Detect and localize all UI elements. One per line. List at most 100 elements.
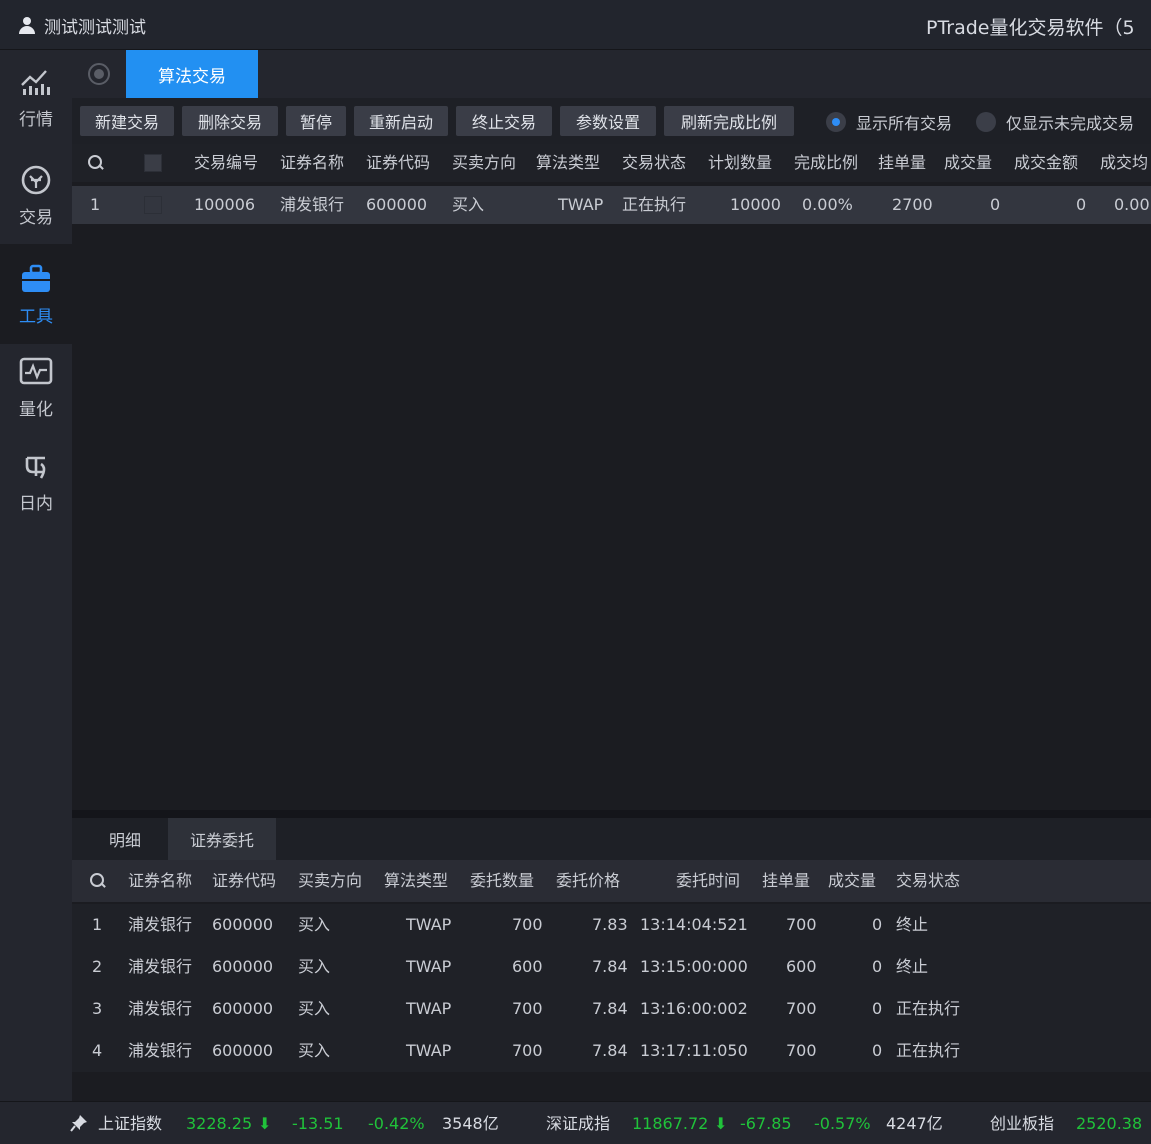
sidebar-item-trade[interactable]: 交易 (0, 150, 72, 240)
security-code-cell: 600000 (212, 915, 274, 934)
filled-cell: 0 (872, 915, 883, 934)
table-row[interactable]: 1 浦发银行 600000 买入 TWAP 700 7.83 13:14:04:… (72, 904, 1151, 946)
sidebar-item-tools[interactable]: 工具 (0, 244, 72, 344)
pending-cell: 2700 (892, 195, 933, 214)
column-header[interactable]: 成交量 (944, 144, 992, 182)
column-header[interactable]: 成交量 (828, 860, 876, 902)
time-cell: 13:16:00:002 (640, 999, 748, 1018)
column-header[interactable]: 委托数量 (470, 860, 534, 902)
table-row[interactable]: 3 浦发银行 600000 买入 TWAP 700 7.84 13:16:00:… (72, 988, 1151, 1030)
column-header[interactable]: 委托价格 (556, 860, 620, 902)
column-header[interactable]: 完成比例 (794, 144, 858, 182)
column-header[interactable]: 计划数量 (708, 144, 772, 182)
tab-strip: 算法交易 (72, 50, 1151, 98)
sidebar-item-market[interactable]: 行情 (0, 52, 72, 142)
show-all-radio[interactable]: 显示所有交易 (826, 110, 952, 134)
column-header[interactable]: 证券名称 (128, 860, 192, 902)
new-trade-button[interactable]: 新建交易 (80, 106, 174, 136)
terminate-trade-button[interactable]: 终止交易 (456, 106, 552, 136)
splitter[interactable] (72, 810, 1151, 818)
filled-cell: 0 (872, 1041, 883, 1060)
row-index: 2 (92, 957, 103, 976)
column-header[interactable]: 买卖方向 (452, 144, 516, 182)
column-header[interactable]: 挂单量 (762, 860, 810, 902)
show-unfinished-radio[interactable]: 仅显示未完成交易 (976, 110, 1134, 134)
column-header[interactable]: 挂单量 (878, 144, 926, 182)
title-bar: 测试测试测试 PTrade量化交易软件（5 (0, 0, 1151, 50)
sidebar-item-intraday[interactable]: 日内 (0, 436, 72, 526)
column-header[interactable]: 交易编号 (194, 144, 258, 182)
app-title: PTrade量化交易软件（5 (926, 17, 1135, 39)
price-cell: 7.83 (592, 915, 628, 934)
security-code-cell: 600000 (212, 957, 274, 976)
home-icon[interactable] (88, 63, 110, 85)
index-name-sh[interactable]: 上证指数 (98, 1102, 162, 1144)
security-code-cell: 600000 (366, 195, 428, 214)
column-header[interactable]: 证券名称 (280, 144, 344, 182)
price-cell: 7.84 (592, 999, 628, 1018)
sidebar-item-quant[interactable]: 量化 (0, 342, 72, 432)
table-row[interactable]: 1 100006 浦发银行 600000 买入 TWAP 正在执行 10000 … (72, 186, 1151, 224)
pause-button[interactable]: 暂停 (286, 106, 346, 136)
tab-detail[interactable]: 明细 (82, 818, 168, 860)
pending-cell: 700 (786, 999, 817, 1018)
avg-price-cell: 0.00 (1114, 195, 1150, 214)
column-header[interactable]: 成交金额 (1014, 144, 1078, 182)
row-checkbox[interactable] (144, 196, 162, 214)
sidebar-item-label: 工具 (19, 306, 53, 327)
column-header[interactable]: 算法类型 (536, 144, 600, 182)
security-name-cell: 浦发银行 (128, 999, 193, 1018)
column-header[interactable]: 成交均 (1100, 144, 1148, 182)
column-header[interactable]: 算法类型 (384, 860, 448, 902)
index-name-cy[interactable]: 创业板指 (990, 1102, 1054, 1144)
status-cell: 正在执行 (896, 999, 961, 1018)
sidebar-item-label: 交易 (19, 207, 53, 228)
search-icon[interactable] (90, 873, 106, 889)
parameter-settings-button[interactable]: 参数设置 (560, 106, 656, 136)
index-change-sz: -67.85 (740, 1114, 792, 1133)
direction-cell: 买入 (452, 195, 485, 214)
search-icon[interactable] (88, 155, 104, 171)
index-pct-sh: -0.42% (368, 1114, 425, 1133)
column-header[interactable]: 交易状态 (622, 144, 686, 182)
column-header[interactable]: 买卖方向 (298, 860, 362, 902)
column-header[interactable]: 交易状态 (896, 860, 960, 902)
time-cell: 13:15:00:000 (640, 957, 748, 976)
radio-checked-icon (826, 112, 846, 132)
direction-cell: 买入 (298, 957, 331, 976)
pin-icon[interactable] (70, 1114, 88, 1132)
status-cell: 正在执行 (622, 195, 687, 214)
sidebar: 行情 交易 工具 量化 日内 (0, 50, 72, 1101)
column-header[interactable]: 证券代码 (366, 144, 430, 182)
security-name-cell: 浦发银行 (128, 957, 193, 976)
status-cell: 正在执行 (896, 1041, 961, 1060)
user-info[interactable]: 测试测试测试 (18, 13, 146, 38)
table-row[interactable]: 4 浦发银行 600000 买入 TWAP 700 7.84 13:17:11:… (72, 1030, 1151, 1072)
index-turnover-sz: 4247亿 (886, 1114, 943, 1133)
tab-algo-trading[interactable]: 算法交易 (126, 50, 258, 98)
table-row[interactable]: 2 浦发银行 600000 买入 TWAP 600 7.84 13:15:00:… (72, 946, 1151, 988)
select-all-checkbox[interactable] (144, 154, 162, 172)
market-chart-icon (19, 65, 53, 99)
index-name-sz[interactable]: 深证成指 (546, 1102, 610, 1144)
column-header[interactable]: 证券代码 (212, 860, 276, 902)
ratio-cell: 0.00% (802, 195, 853, 214)
sidebar-item-label: 行情 (19, 109, 53, 130)
pending-cell: 700 (786, 1041, 817, 1060)
trade-number-cell: 100006 (194, 195, 256, 214)
restart-button[interactable]: 重新启动 (354, 106, 448, 136)
security-name-cell: 浦发银行 (128, 915, 193, 934)
column-header[interactable]: 委托时间 (676, 860, 740, 902)
algo-type-cell: TWAP (406, 957, 452, 976)
status-cell: 终止 (896, 915, 929, 934)
tab-security-orders[interactable]: 证券委托 (168, 818, 276, 860)
user-icon (18, 16, 36, 35)
amount-cell: 0 (1076, 195, 1087, 214)
delete-trade-button[interactable]: 删除交易 (182, 106, 278, 136)
index-value-sh: 3228.25 (186, 1114, 253, 1133)
detail-tabs: 明细 证券委托 (72, 818, 1151, 860)
index-turnover-sh: 3548亿 (442, 1114, 499, 1133)
security-name-cell: 浦发银行 (128, 1041, 193, 1060)
price-cell: 7.84 (592, 957, 628, 976)
refresh-ratio-button[interactable]: 刷新完成比例 (664, 106, 794, 136)
